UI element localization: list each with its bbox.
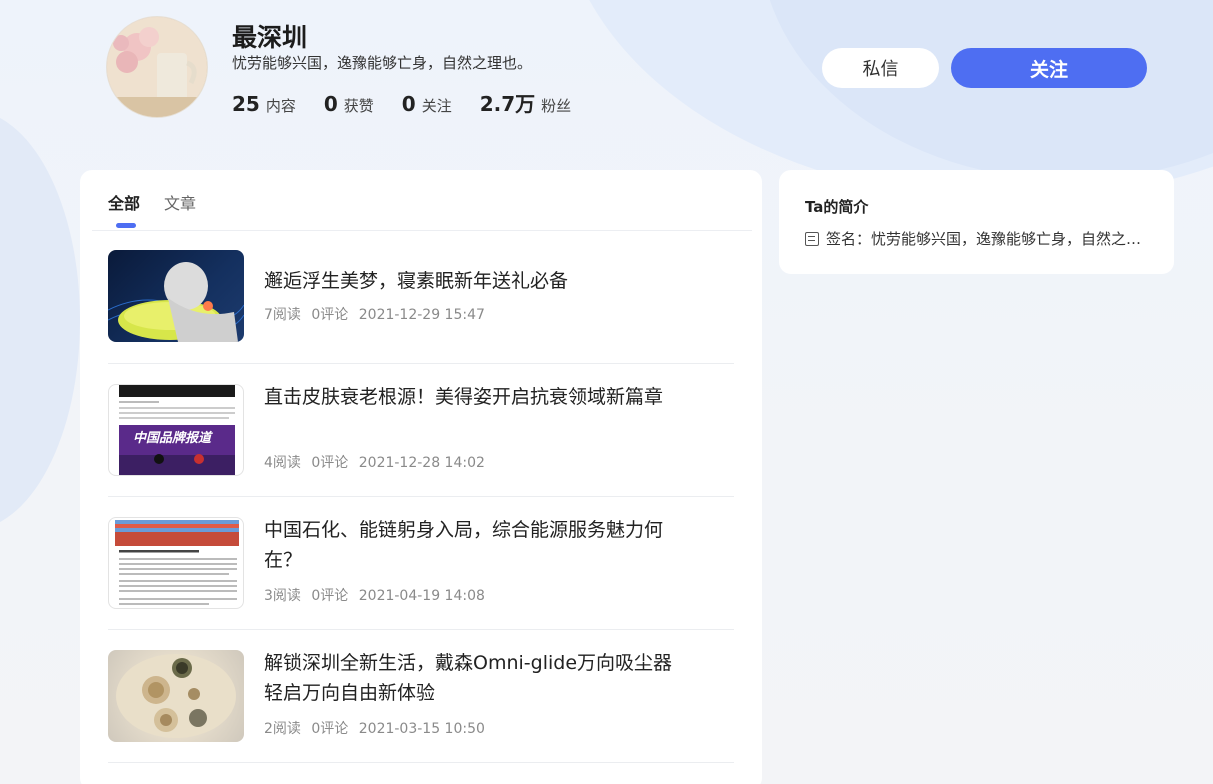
stat-fans[interactable]: 2.7万 粉丝 xyxy=(480,88,571,117)
signature-text: 签名：忧劳能够兴国，逸豫能够亡身，自然之理也。 xyxy=(826,230,1150,248)
profile-name: 最深圳 xyxy=(232,23,308,52)
article-thumbnail[interactable]: 中国品牌报道 xyxy=(108,384,244,476)
stat-label: 获赞 xyxy=(343,97,374,115)
article-meta: 2阅读 0评论 2021-03-15 10:50 xyxy=(264,718,491,738)
stat-label: 关注 xyxy=(421,97,452,115)
article-thumbnail[interactable] xyxy=(108,650,244,742)
list-item[interactable]: 中国品牌报道 直击皮肤衰老根源！美得姿开启抗衰领域新篇章 4阅读 0评论 202… xyxy=(108,364,734,497)
content-card: 全部 文章 邂逅浮生美梦，寝素眠新年送礼必备 7阅读 0评论 2021-12-2… xyxy=(80,170,762,784)
thumbnail-caption: 中国品牌报道 xyxy=(133,431,212,446)
stat-number: 2.7万 xyxy=(479,92,536,116)
article-reads: 7阅读 xyxy=(264,307,301,323)
profile-stats: 25 内容 0 获赞 0 关注 2.7万 粉丝 xyxy=(232,88,599,117)
article-thumbnail[interactable] xyxy=(108,517,244,609)
article-meta: 3阅读 0评论 2021-04-19 14:08 xyxy=(264,585,491,605)
tab-articles[interactable]: 文章 xyxy=(164,190,196,226)
stat-likes: 0 获赞 xyxy=(324,92,374,116)
stat-label: 内容 xyxy=(265,97,296,115)
stat-label: 粉丝 xyxy=(541,97,572,115)
article-reads: 2阅读 xyxy=(264,721,301,737)
intro-title: Ta的简介 xyxy=(805,198,869,216)
article-comments: 0评论 xyxy=(311,721,349,737)
article-comments: 0评论 xyxy=(311,307,349,323)
article-reads: 3阅读 xyxy=(264,588,301,604)
tab-all[interactable]: 全部 xyxy=(108,190,140,228)
article-meta: 7阅读 0评论 2021-12-29 15:47 xyxy=(264,304,491,324)
intro-card: Ta的简介 签名：忧劳能够兴国，逸豫能够亡身，自然之理也。 xyxy=(779,170,1174,274)
list-item[interactable]: 邂逅浮生美梦，寝素眠新年送礼必备 7阅读 0评论 2021-12-29 15:4… xyxy=(108,250,734,364)
tabs-divider xyxy=(92,230,752,231)
article-reads: 4阅读 xyxy=(264,455,301,471)
article-comments: 0评论 xyxy=(311,588,349,604)
intro-signature: 签名：忧劳能够兴国，逸豫能够亡身，自然之理也。 xyxy=(805,228,1150,249)
article-time: 2021-12-29 15:47 xyxy=(358,307,485,323)
article-time: 2021-03-15 10:50 xyxy=(358,721,485,737)
article-time: 2021-04-19 14:08 xyxy=(358,588,485,604)
list-item[interactable]: 中国石化、能链躬身入局，综合能源服务魅力何在？ 3阅读 0评论 2021-04-… xyxy=(108,497,734,630)
follow-button[interactable]: 关注 xyxy=(951,48,1147,88)
article-meta: 4阅读 0评论 2021-12-28 14:02 xyxy=(264,452,491,472)
avatar[interactable] xyxy=(106,16,208,118)
message-button[interactable]: 私信 xyxy=(822,48,939,88)
article-thumbnail[interactable] xyxy=(108,250,244,342)
profile-bio: 忧劳能够兴国，逸豫能够亡身，自然之理也。 xyxy=(232,54,533,72)
stat-following[interactable]: 0 关注 xyxy=(402,92,452,116)
article-comments: 0评论 xyxy=(311,455,349,471)
article-list: 邂逅浮生美梦，寝素眠新年送礼必备 7阅读 0评论 2021-12-29 15:4… xyxy=(108,250,734,763)
article-title[interactable]: 中国石化、能链躬身入局，综合能源服务魅力何在？ xyxy=(264,515,684,575)
article-title[interactable]: 邂逅浮生美梦，寝素眠新年送礼必备 xyxy=(264,266,684,296)
list-item[interactable]: 解锁深圳全新生活，戴森Omni-glide万向吸尘器轻启万向自由新体验 2阅读 … xyxy=(108,630,734,763)
article-title[interactable]: 直击皮肤衰老根源！美得姿开启抗衰领域新篇章 xyxy=(264,382,684,412)
document-icon xyxy=(805,231,819,246)
stat-number: 0 xyxy=(401,92,416,116)
profile-header: 最深圳 忧劳能够兴国，逸豫能够亡身，自然之理也。 25 内容 0 获赞 0 关注… xyxy=(0,0,1213,160)
stat-contents[interactable]: 25 内容 xyxy=(232,92,296,116)
content-tabs: 全部 文章 xyxy=(108,190,220,228)
article-time: 2021-12-28 14:02 xyxy=(358,455,485,471)
stat-number: 25 xyxy=(232,92,260,116)
article-title[interactable]: 解锁深圳全新生活，戴森Omni-glide万向吸尘器轻启万向自由新体验 xyxy=(264,648,684,708)
stat-number: 0 xyxy=(323,92,338,116)
